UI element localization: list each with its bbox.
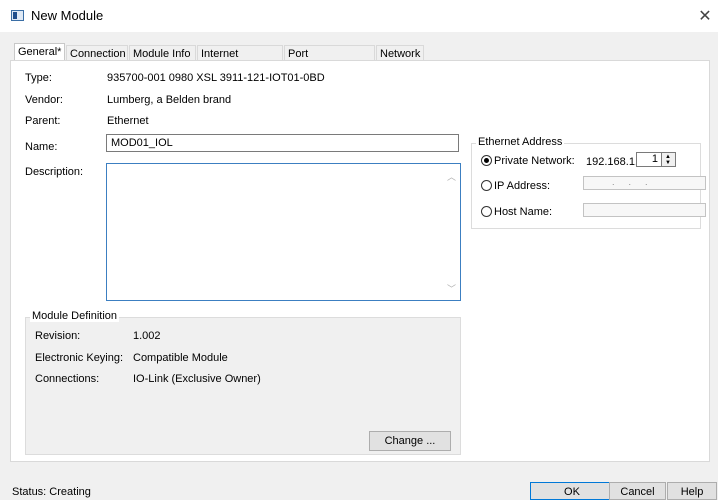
window-app-icon (11, 10, 24, 21)
scroll-up-icon[interactable]: ︿ (447, 170, 456, 183)
scroll-down-icon[interactable]: ﹀ (447, 282, 456, 295)
module-definition-title: Module Definition (30, 310, 119, 322)
octet-spinner[interactable]: ▲ ▼ (662, 152, 676, 167)
change-button[interactable]: Change ... (369, 431, 451, 451)
revision-label: Revision: (35, 330, 81, 342)
description-label: Description: (25, 166, 84, 178)
host-name-field[interactable] (583, 203, 706, 217)
status-text: Status: Creating (12, 486, 91, 498)
connections-label: Connections: (35, 373, 100, 385)
tab-general[interactable]: General* (14, 43, 65, 61)
tab-internet-protocol[interactable]: Internet Protocol (197, 45, 283, 76)
private-network-label[interactable]: Private Network: (494, 155, 575, 167)
tab-network[interactable]: Network (376, 45, 424, 61)
parent-value: Ethernet (107, 115, 149, 127)
tab-connection[interactable]: Connection (66, 45, 128, 61)
cancel-button[interactable]: Cancel (609, 482, 666, 500)
name-label: Name: (25, 141, 58, 153)
ip-address-label[interactable]: IP Address: (494, 180, 550, 192)
parent-label: Parent: (25, 115, 61, 127)
tab-module-info[interactable]: Module Info (129, 45, 196, 61)
type-value: 935700-001 0980 XSL 3911-121-IOT01-0BD (107, 72, 325, 84)
ethernet-address-title: Ethernet Address (476, 136, 565, 148)
electronic-keying-label: Electronic Keying: (35, 352, 124, 364)
spin-down-icon[interactable]: ▼ (665, 160, 671, 166)
tab-port-configuration[interactable]: Port Configuration (284, 45, 375, 76)
revision-value: 1.002 (133, 330, 161, 342)
window-title: New Module (31, 8, 104, 23)
private-network-radio[interactable] (481, 155, 492, 166)
host-name-label[interactable]: Host Name: (494, 206, 552, 218)
vendor-value: Lumberg, a Belden brand (107, 94, 232, 106)
close-icon[interactable]: ✕ (696, 6, 714, 26)
type-label: Type: (25, 72, 52, 84)
ok-button[interactable]: OK (530, 482, 614, 500)
description-textarea[interactable]: ︿ ﹀ (106, 163, 461, 301)
help-button[interactable]: Help (667, 482, 717, 500)
vendor-label: Vendor: (25, 94, 63, 106)
ip-address-field[interactable]: ... (583, 176, 706, 190)
host-name-radio[interactable] (481, 206, 492, 217)
private-network-octet-input[interactable]: 1 (636, 152, 662, 167)
name-input[interactable]: MOD01_IOL (106, 134, 459, 152)
ip-address-radio[interactable] (481, 180, 492, 191)
electronic-keying-value: Compatible Module (133, 352, 228, 364)
title-bar: New Module ✕ (0, 0, 718, 32)
private-network-prefix: 192.168.1. (586, 156, 638, 168)
connections-value: IO-Link (Exclusive Owner) (133, 373, 261, 385)
description-scrollbar[interactable]: ︿ ﹀ (444, 164, 460, 300)
